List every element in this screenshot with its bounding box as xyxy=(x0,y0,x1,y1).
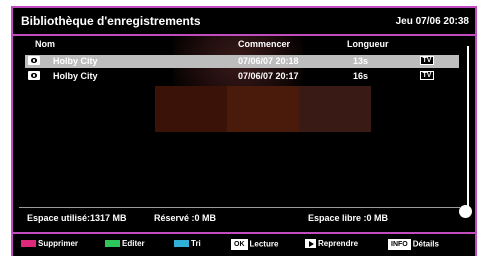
column-header-start[interactable]: Commencer xyxy=(238,39,290,49)
key-legend-bar: Supprimer Editer Tri OK Lecture Reprendre… xyxy=(13,232,475,256)
recording-length: 16s xyxy=(353,71,369,81)
resume-key[interactable]: Reprendre xyxy=(305,239,358,250)
column-header-name[interactable]: Nom xyxy=(35,39,55,49)
recording-length: 13s xyxy=(353,56,369,66)
space-used: Espace utilisé:1317 MB xyxy=(27,213,127,223)
play-key-label: Lecture xyxy=(249,239,279,249)
header-bar: Bibliothèque d'enregistrements Jeu 07/06… xyxy=(13,8,475,36)
tv-badge-icon: TV xyxy=(420,71,434,80)
recording-row-1[interactable]: Holby City 07/06/07 20:18 13s TV xyxy=(25,55,459,68)
column-header-length[interactable]: Longueur xyxy=(347,39,389,49)
scrollbar-track[interactable] xyxy=(467,46,469,206)
space-reserved: Réservé :0 MB xyxy=(154,213,217,223)
info-button-icon: INFO xyxy=(388,239,411,250)
details-key-label: Détails xyxy=(412,239,439,249)
clock: Jeu 07/06 20:38 xyxy=(395,16,469,27)
recording-name: Holby City xyxy=(53,56,98,66)
sort-key-label: Tri xyxy=(191,239,201,248)
resume-key-label: Reprendre xyxy=(318,239,359,248)
divider xyxy=(19,207,461,208)
recording-row-2[interactable]: Holby City 07/06/07 20:17 16s TV xyxy=(25,70,459,83)
delete-key-label: Supprimer xyxy=(38,239,79,248)
delete-key[interactable]: Supprimer xyxy=(21,239,78,250)
blue-key-icon xyxy=(174,240,189,248)
sort-key[interactable]: Tri xyxy=(174,239,201,250)
edit-key-label: Editer xyxy=(122,239,145,248)
recording-eye-icon xyxy=(28,71,40,80)
recordings-library-screen: Bibliothèque d'enregistrements Jeu 07/06… xyxy=(11,6,477,256)
recording-start: 07/06/07 20:18 xyxy=(238,56,299,66)
details-key[interactable]: INFO Détails xyxy=(388,239,439,250)
play-key[interactable]: OK Lecture xyxy=(231,239,278,250)
space-free: Espace libre :0 MB xyxy=(308,213,389,223)
ok-button-icon: OK xyxy=(231,239,248,250)
play-icon xyxy=(305,239,316,249)
tv-badge-icon: TV xyxy=(420,56,434,65)
recording-name: Holby City xyxy=(53,71,98,81)
red-key-icon xyxy=(21,240,36,248)
edit-key[interactable]: Editer xyxy=(105,239,145,250)
recording-start: 07/06/07 20:17 xyxy=(238,71,299,81)
recording-eye-icon xyxy=(28,56,40,65)
green-key-icon xyxy=(105,240,120,248)
page-title: Bibliothèque d'enregistrements xyxy=(21,14,201,28)
pixelated-video-blocks xyxy=(155,86,381,132)
